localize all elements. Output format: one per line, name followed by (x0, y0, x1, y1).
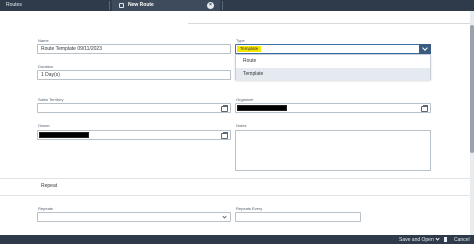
organizer-label: Organizer (236, 97, 254, 102)
type-select[interactable]: Template (235, 44, 431, 54)
tab-divider (222, 1, 223, 10)
type-selected-value: Template (237, 46, 262, 52)
repeat-section-title: Repeat (41, 183, 58, 189)
cancel-button[interactable]: Cancel (454, 236, 470, 244)
tab-bar: Routes New Route × (0, 0, 474, 11)
duration-label: Duration (38, 64, 54, 69)
save-and-open-button[interactable]: Save and Open (399, 236, 434, 244)
organizer-redacted-value (237, 105, 287, 111)
tab-new-route-label: New Route (128, 2, 154, 8)
name-value: Route Template 09/11/2023 (41, 46, 102, 52)
type-option-route[interactable]: Route (236, 55, 430, 67)
type-dropdown-button[interactable] (419, 44, 431, 54)
notes-textarea[interactable] (235, 130, 431, 171)
notes-label: Notes (236, 123, 247, 128)
owner-redacted-value (39, 132, 89, 138)
section-divider (0, 195, 470, 196)
section-divider (0, 178, 470, 179)
chevron-down-icon[interactable] (435, 236, 440, 241)
repeats-every-label: Repeats Every (236, 206, 263, 211)
tab-routes-label: Routes (6, 2, 22, 8)
organizer-field[interactable] (235, 103, 431, 113)
type-option-template[interactable]: Template (236, 68, 430, 80)
repeats-every-field[interactable] (235, 212, 361, 222)
chevron-down-icon (222, 214, 227, 219)
owner-label: Owner (38, 123, 50, 128)
repeats-label: Repeats (38, 206, 53, 211)
duration-field[interactable]: 1 Day(s) (37, 70, 231, 80)
owner-field[interactable] (37, 130, 231, 140)
lookup-icon[interactable] (221, 105, 228, 112)
close-tab-icon[interactable]: × (207, 2, 214, 9)
document-icon (119, 3, 124, 8)
tab-new-route[interactable]: New Route × (112, 0, 220, 11)
scrollbar-thumb[interactable] (470, 25, 474, 153)
lookup-icon[interactable] (221, 132, 228, 139)
name-field[interactable]: Route Template 09/11/2023 (37, 44, 231, 54)
duration-value: 1 Day(s) (41, 72, 60, 78)
header-divider (188, 23, 470, 24)
separator-icon (444, 237, 447, 242)
name-label: Name (38, 38, 49, 43)
sales-territory-field[interactable] (37, 103, 231, 113)
type-dropdown-list: Route Template (235, 54, 431, 80)
sales-territory-label: Sales Territory (38, 97, 64, 102)
type-label: Type (236, 38, 245, 43)
repeats-select[interactable] (37, 212, 231, 222)
tab-routes[interactable]: Routes (0, 0, 110, 11)
lookup-icon[interactable] (421, 105, 428, 112)
footer-bar: Save and Open Cancel (0, 235, 474, 244)
scrollbar-track[interactable] (470, 11, 474, 239)
